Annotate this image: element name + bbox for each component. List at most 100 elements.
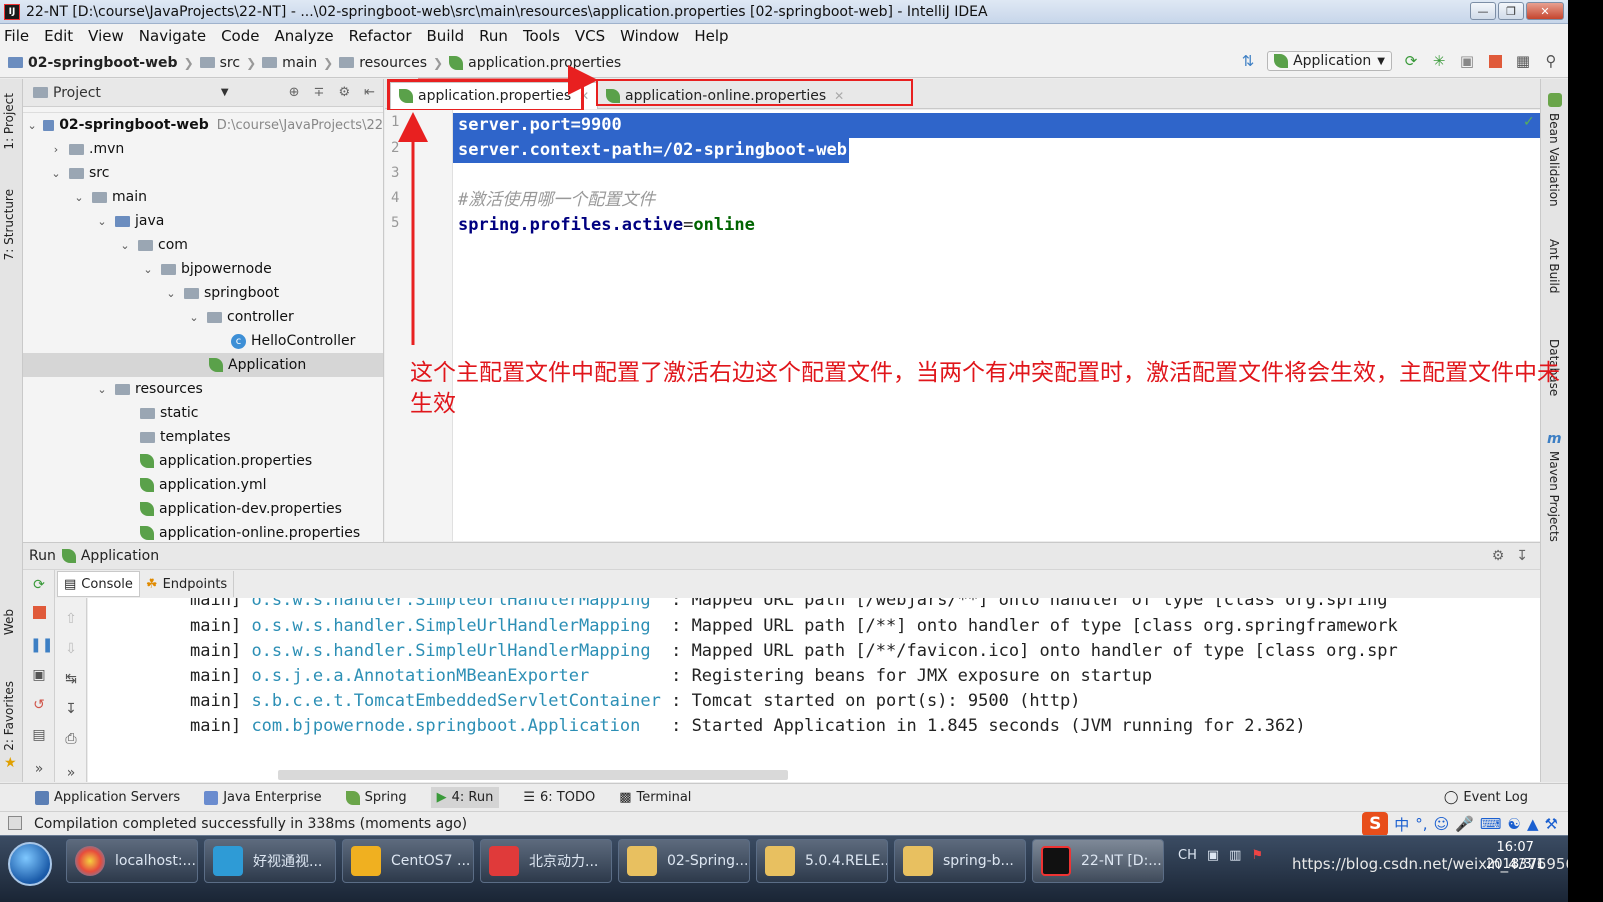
tab-endpoints[interactable]: ☘ Endpoints — [140, 571, 235, 597]
exit-icon[interactable]: ↺ — [30, 696, 48, 714]
tool-label: Terminal — [636, 790, 692, 805]
sogou-icon[interactable]: S — [1362, 812, 1389, 836]
console-line: main] o.s.w.s.handler.SimpleUrlHandlerMa… — [190, 641, 1398, 661]
taskbar-label: 5.0.4.RELE... — [805, 853, 888, 869]
run-panel-actions: ⚙ ↧ — [1492, 548, 1528, 564]
annotation-text: 这个主配置文件中配置了激活右边这个配置文件，当两个有冲突配置时，激活配置文件将会… — [410, 360, 1560, 417]
gear-icon[interactable]: ⚙ — [1492, 548, 1505, 564]
wrench-icon[interactable]: ⚒ — [1545, 815, 1558, 833]
taskbar-item-browser[interactable]: localhost:... — [66, 839, 198, 883]
down-arrow-icon[interactable]: ⇩ — [62, 640, 80, 658]
taskbar-label: CentOS7 ... — [391, 853, 471, 869]
windows-taskbar: localhost:... 好视通视... CentOS7 ... 北京动力..… — [0, 835, 1585, 902]
console-line: main] o.s.w.s.handler.SimpleUrlHandlerMa… — [190, 598, 1388, 610]
taskbar-label: 02-Spring... — [667, 853, 749, 869]
run-subtabs: ▤ Console ☘ Endpoints — [57, 570, 1540, 598]
spring-boot-icon — [61, 549, 76, 563]
tool-label: Application Servers — [54, 790, 181, 805]
taskbar-item-folder-spring[interactable]: spring-b... — [894, 839, 1026, 883]
tab-label: Endpoints — [162, 576, 228, 592]
tool-run[interactable]: ▶ 4: Run — [430, 787, 500, 808]
scroll-to-end-icon[interactable]: ↧ — [62, 700, 80, 718]
print-icon[interactable]: ⎙ — [62, 730, 80, 748]
console-line: main] com.bjpowernode.springboot.Applica… — [190, 716, 1306, 736]
punctuation-icon[interactable]: °, — [1415, 815, 1427, 833]
folder-icon — [903, 846, 933, 876]
tab-console[interactable]: ▤ Console — [57, 571, 140, 597]
hide-panel-icon[interactable]: ↧ — [1516, 548, 1528, 564]
start-button[interactable] — [8, 842, 52, 886]
tab-label: Console — [81, 576, 133, 592]
microphone-icon[interactable]: 🎤 — [1455, 815, 1474, 833]
taskbar-item-centos[interactable]: CentOS7 ... — [342, 839, 474, 883]
video-conference-icon — [213, 846, 243, 876]
screen-border — [1568, 0, 1603, 902]
more-icon[interactable]: » — [30, 760, 48, 778]
taskbar-item-video[interactable]: 好视通视... — [204, 839, 336, 883]
network-icon[interactable]: ▥ — [1229, 848, 1241, 863]
shirt-icon[interactable]: ▲ — [1527, 815, 1539, 833]
taskbar-item-intellij[interactable]: 22-NT [D:... — [1032, 839, 1164, 883]
speech-bubble-icon: ◯ — [1443, 790, 1459, 805]
skin-icon[interactable]: ☯ — [1508, 815, 1521, 833]
clock-time: 16:07 — [1496, 840, 1534, 855]
flag-icon[interactable]: ⚑ — [1251, 848, 1263, 863]
folder-icon — [765, 846, 795, 876]
taskbar-label: 好视通视... — [253, 854, 323, 870]
server-icon — [35, 790, 49, 805]
run-config-name: Application — [80, 548, 160, 564]
emoji-icon[interactable]: ☺ — [1434, 815, 1450, 833]
screen: IJ 22-NT [D:\course\JavaProjects\22-NT] … — [0, 0, 1585, 902]
console-output[interactable]: main] o.s.w.s.handler.SimpleUrlHandlerMa… — [88, 598, 1540, 782]
console-horizontal-scrollbar[interactable] — [278, 770, 788, 780]
ime-toolbar: S 中 °, ☺ 🎤 ⌨ ☯ ▲ ⚒ — [1362, 812, 1558, 836]
status-bar: Compilation completed successfully in 33… — [0, 811, 1568, 836]
folder-icon — [627, 846, 657, 876]
tool-label: Java Enterprise — [223, 790, 322, 805]
taskbar-item-bjpowernode[interactable]: 北京动力... — [480, 839, 612, 883]
java-ee-icon — [204, 790, 219, 805]
status-toggle-icon[interactable] — [8, 816, 22, 830]
up-arrow-icon[interactable]: ⇧ — [62, 610, 80, 628]
tray-icon[interactable]: ▣ — [1207, 848, 1219, 863]
rerun-icon[interactable]: ⟳ — [30, 576, 48, 594]
bottom-tool-bar: Application Servers Java Enterprise Spri… — [0, 783, 1568, 811]
taskbar-label: localhost:... — [115, 853, 196, 869]
stop-icon[interactable] — [30, 606, 48, 624]
tool-java-enterprise[interactable]: Java Enterprise — [204, 790, 322, 805]
console-line: main] o.s.w.s.handler.SimpleUrlHandlerMa… — [190, 616, 1398, 636]
taskbar-label: 22-NT [D:... — [1081, 853, 1162, 869]
camera-icon[interactable]: ▣ — [30, 666, 48, 684]
tool-label: 4: Run — [451, 790, 494, 805]
browser-icon — [75, 846, 105, 876]
todo-icon: ☰ — [523, 790, 535, 805]
tool-spring[interactable]: Spring — [345, 790, 407, 805]
app-icon — [489, 846, 519, 876]
status-message: Compilation completed successfully in 33… — [34, 815, 468, 832]
intellij-icon — [1041, 846, 1071, 876]
spring-icon — [345, 790, 360, 805]
event-log-label: Event Log — [1463, 790, 1528, 805]
ime-language[interactable]: 中 — [1394, 814, 1409, 835]
keyboard-icon[interactable]: ⌨ — [1480, 815, 1502, 833]
taskbar-item-folder-02[interactable]: 02-Spring... — [618, 839, 750, 883]
run-panel-header: Run Application ⚙ ↧ — [23, 542, 1540, 570]
play-icon: ▶ — [436, 790, 447, 805]
console-line: main] o.s.j.e.a.AnnotationMBeanExporter … — [190, 666, 1153, 686]
taskbar-label: spring-b... — [943, 853, 1014, 869]
event-log-button[interactable]: ◯ Event Log — [1444, 790, 1528, 805]
taskbar-item-folder-504[interactable]: 5.0.4.RELE... — [756, 839, 888, 883]
tray-language[interactable]: CH — [1178, 848, 1197, 863]
console-line: main] s.b.c.e.t.TomcatEmbeddedServletCon… — [190, 691, 1081, 711]
pause-icon[interactable]: ❚❚ — [30, 636, 53, 654]
tool-label: 6: TODO — [539, 790, 596, 805]
soft-wrap-icon[interactable]: ↹ — [62, 670, 80, 688]
run-panel-title: Run — [29, 548, 56, 564]
endpoints-icon: ☘ — [145, 576, 158, 592]
tool-application-servers[interactable]: Application Servers — [35, 790, 180, 805]
more-icon[interactable]: » — [62, 764, 80, 782]
tool-todo[interactable]: ☰ 6: TODO — [523, 790, 595, 805]
clock[interactable]: 16:07 2018/3/1 — [1486, 839, 1544, 873]
layout-icon[interactable]: ▤ — [30, 726, 48, 744]
tool-terminal[interactable]: ▩ Terminal — [619, 790, 691, 805]
